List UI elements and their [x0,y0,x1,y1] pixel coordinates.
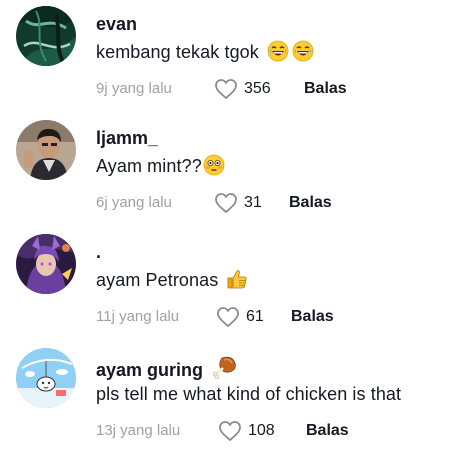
comment-text: pls tell me what kind of chicken is that [96,382,401,406]
username[interactable]: . [96,241,101,263]
like-button[interactable]: 356 [214,78,271,100]
comment-time: 13j yang lalu [96,422,181,439]
comment-time: 9j yang lalu [96,80,172,97]
like-count: 356 [244,80,271,97]
comment-item: . ayam Petronas 11j yang lalu 61 Balas [0,228,469,340]
dark-green-marble-avatar-icon [16,6,76,66]
grinning-sweat-emoji-icon [292,40,314,62]
thumbs-up-emoji-icon [228,270,247,289]
avatar[interactable] [16,120,76,180]
poultry-leg-emoji-icon [212,356,236,379]
username[interactable]: ayam guring [96,355,238,381]
like-button[interactable]: 61 [216,306,264,328]
comment-item: ljamm_ Ayam mint?? 6j yang lalu 31 Balas [0,114,469,226]
like-count: 31 [244,194,262,211]
username-text: ayam guring [96,360,204,380]
flushed-face-emoji-icon [203,154,225,176]
avatar[interactable] [16,348,76,408]
reply-button[interactable]: Balas [289,192,332,214]
comment-time: 6j yang lalu [96,194,172,211]
like-button[interactable]: 108 [218,420,275,442]
heart-icon [215,79,237,99]
heart-icon [215,193,237,213]
comment-time: 11j yang lalu [96,308,180,325]
like-count: 61 [246,308,264,325]
reply-button[interactable]: Balas [291,306,334,328]
username[interactable]: evan [96,13,137,35]
like-button[interactable]: 31 [214,192,262,214]
cartoon-sky-avatar-icon [16,348,76,408]
comment-text: kembang tekak tgok [96,40,314,64]
avatar[interactable] [16,234,76,294]
comment-text: ayam Petronas [96,268,248,292]
comment-item: evan kembang tekak tgok 9j yang lalu 356… [0,0,469,112]
like-count: 108 [248,422,275,439]
comment-item: ayam guring pls tell me what kind of chi… [0,342,469,454]
grinning-sweat-emoji-icon [267,40,289,62]
heart-icon [217,307,239,327]
reply-button[interactable]: Balas [306,420,349,442]
username[interactable]: ljamm_ [96,127,158,149]
comment-text-content: pls tell me what kind of chicken is that [96,384,402,404]
purple-game-character-avatar-icon [16,234,76,294]
comment-text-content: ayam Petronas [96,270,219,290]
heart-icon [219,421,241,441]
avatar[interactable] [16,6,76,66]
comment-text-content: kembang tekak tgok [96,42,259,62]
person-selfie-avatar-icon [16,120,76,180]
comment-text: Ayam mint?? [96,154,225,178]
reply-button[interactable]: Balas [304,78,347,100]
comment-text-content: Ayam mint?? [96,156,202,176]
